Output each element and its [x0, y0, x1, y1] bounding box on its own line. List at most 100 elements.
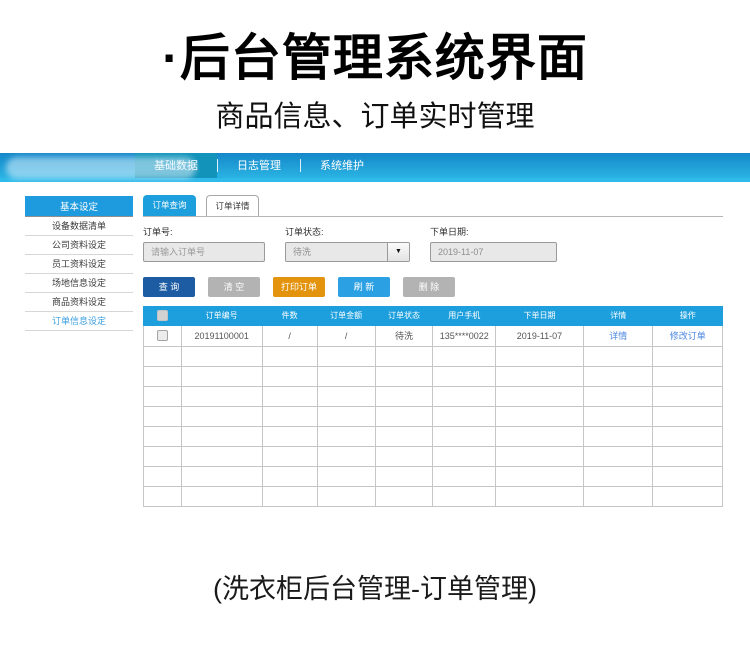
table-row: 20191100001//待洗135****00222019-11-07详情修改…: [144, 325, 723, 346]
empty-table-row: [144, 386, 723, 406]
select-all-header-cell: [144, 306, 182, 325]
empty-cell: [181, 466, 262, 486]
empty-cell: [262, 426, 317, 446]
empty-cell: [375, 446, 433, 466]
empty-cell: [433, 486, 496, 506]
sidebar-item-company-info[interactable]: 公司资料设定: [25, 236, 133, 255]
footer-caption: (洗衣柜后台管理-订单管理): [0, 567, 750, 606]
order-status-field: 订单状态: 待洗 ▼: [285, 225, 410, 262]
empty-cell: [583, 426, 652, 446]
page-title: ·后台管理系统界面: [0, 30, 750, 88]
empty-cell: [495, 386, 583, 406]
order-no-label: 订单号:: [143, 225, 265, 238]
content-tabs-row: 订单查询订单详情: [143, 196, 723, 217]
nav-tab-system-maintenance[interactable]: 系统维护: [301, 153, 383, 178]
detail-link[interactable]: 详情: [609, 331, 627, 341]
empty-cell: [653, 486, 723, 506]
empty-cell: [262, 366, 317, 386]
empty-cell: [653, 466, 723, 486]
order-no-input[interactable]: [143, 242, 265, 262]
empty-cell: [433, 346, 496, 366]
action-buttons-row: 查 询清 空打印订单刷 新删 除: [143, 277, 723, 297]
empty-cell: [144, 386, 182, 406]
cell-action: 修改订单: [653, 325, 723, 346]
sidebar-header-basic-settings[interactable]: 基本设定: [25, 196, 133, 217]
empty-cell: [653, 446, 723, 466]
empty-cell: [375, 346, 433, 366]
chevron-down-icon[interactable]: ▼: [387, 243, 409, 261]
empty-cell: [495, 346, 583, 366]
query-button[interactable]: 查 询: [143, 277, 195, 297]
empty-cell: [433, 426, 496, 446]
empty-cell: [181, 386, 262, 406]
empty-table-row: [144, 486, 723, 506]
empty-cell: [144, 486, 182, 506]
order-status-select[interactable]: 待洗 ▼: [285, 242, 410, 262]
empty-cell: [181, 346, 262, 366]
cell-order_no: 20191100001: [181, 325, 262, 346]
top-navbar: 基础数据日志管理系统维护: [0, 153, 750, 182]
empty-cell: [495, 426, 583, 446]
empty-cell: [262, 406, 317, 426]
main-panel: 订单查询订单详情 订单号: 订单状态: 待洗 ▼ 下单日期: 查 询清 空打印订…: [143, 188, 723, 507]
empty-cell: [375, 366, 433, 386]
empty-cell: [495, 406, 583, 426]
sidebar-item-staff-info[interactable]: 员工资料设定: [25, 255, 133, 274]
empty-cell: [375, 426, 433, 446]
row-checkbox[interactable]: [157, 330, 168, 341]
empty-cell: [317, 486, 375, 506]
empty-cell: [181, 446, 262, 466]
column-header-6: 详情: [583, 306, 652, 325]
column-header-3: 订单状态: [375, 306, 433, 325]
empty-cell: [583, 406, 652, 426]
empty-cell: [583, 366, 652, 386]
empty-cell: [653, 346, 723, 366]
delete-button[interactable]: 删 除: [403, 277, 455, 297]
modify-order-link[interactable]: 修改订单: [670, 331, 706, 341]
sidebar-item-device-data-list[interactable]: 设备数据清单: [25, 217, 133, 236]
empty-cell: [262, 346, 317, 366]
column-header-7: 操作: [653, 306, 723, 325]
order-no-field: 订单号:: [143, 225, 265, 262]
nav-tab-log-management[interactable]: 日志管理: [218, 153, 300, 178]
page-subtitle: 商品信息、订单实时管理: [0, 93, 750, 135]
empty-cell: [433, 386, 496, 406]
empty-cell: [583, 346, 652, 366]
empty-cell: [181, 426, 262, 446]
select-all-checkbox[interactable]: [157, 310, 168, 321]
tab-order-detail[interactable]: 订单详情: [206, 195, 259, 216]
empty-cell: [144, 446, 182, 466]
empty-table-row: [144, 366, 723, 386]
empty-cell: [583, 466, 652, 486]
empty-cell: [144, 426, 182, 446]
column-header-5: 下单日期: [495, 306, 583, 325]
empty-table-row: [144, 446, 723, 466]
sidebar-item-order-info[interactable]: 订单信息设定: [25, 312, 133, 331]
print-order-button[interactable]: 打印订单: [273, 277, 325, 297]
cell-pieces: /: [262, 325, 317, 346]
sidebar-item-product-info[interactable]: 商品资料设定: [25, 293, 133, 312]
order-status-label: 订单状态:: [285, 225, 410, 238]
empty-cell: [653, 386, 723, 406]
empty-cell: [262, 466, 317, 486]
empty-cell: [653, 406, 723, 426]
empty-cell: [317, 446, 375, 466]
cell-phone: 135****0022: [433, 325, 496, 346]
empty-cell: [317, 386, 375, 406]
empty-table-row: [144, 406, 723, 426]
logo-placeholder: [6, 157, 196, 179]
tab-order-query[interactable]: 订单查询: [143, 195, 196, 216]
empty-cell: [375, 486, 433, 506]
empty-cell: [144, 466, 182, 486]
empty-cell: [317, 366, 375, 386]
cell-amount: /: [317, 325, 375, 346]
sidebar-item-site-info[interactable]: 场地信息设定: [25, 274, 133, 293]
order-date-input[interactable]: [430, 242, 557, 262]
empty-cell: [495, 466, 583, 486]
sidebar-items-container: 设备数据清单公司资料设定员工资料设定场地信息设定商品资料设定订单信息设定: [25, 217, 133, 331]
empty-cell: [433, 466, 496, 486]
clear-button[interactable]: 清 空: [208, 277, 260, 297]
refresh-button[interactable]: 刷 新: [338, 277, 390, 297]
empty-cell: [317, 426, 375, 446]
table-header-row: 订单编号件数订单金额订单状态用户手机下单日期详情操作: [144, 306, 723, 325]
